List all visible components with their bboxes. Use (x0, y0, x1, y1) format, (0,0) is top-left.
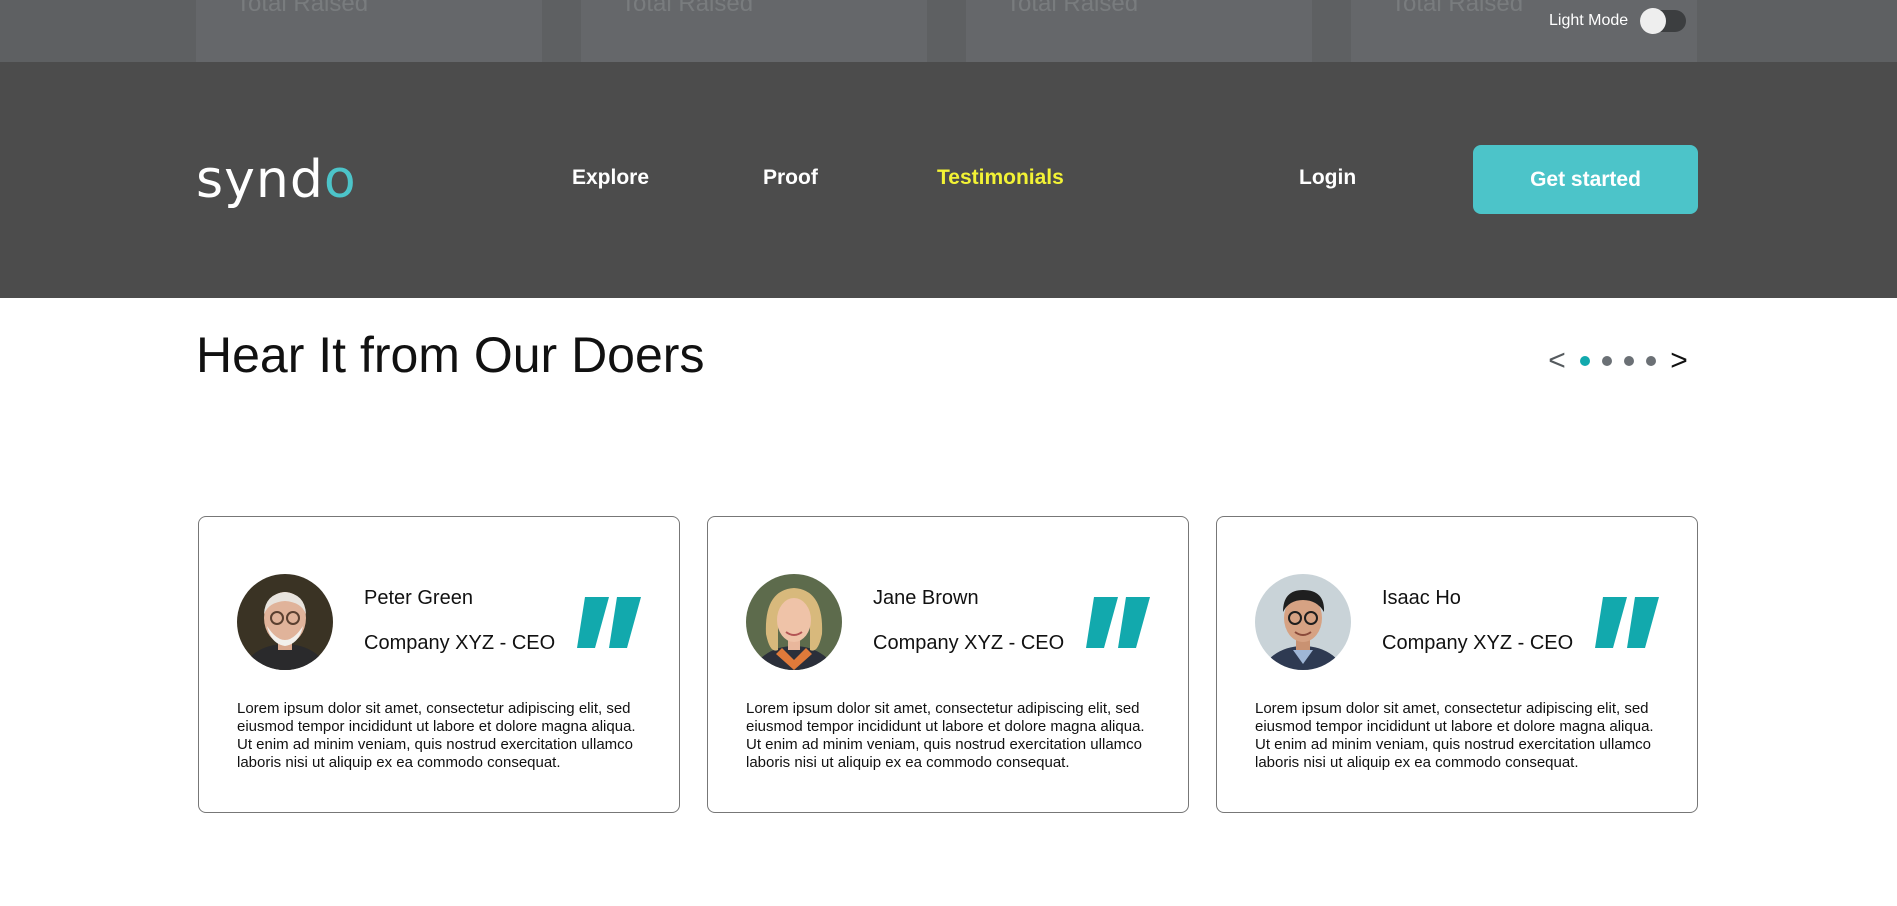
person-role: Company XYZ - CEO (364, 632, 556, 654)
page: Total Raised Total Raised Total Raised T… (0, 0, 1897, 906)
light-mode-toggle[interactable]: Light Mode (1549, 8, 1687, 34)
nav-explore[interactable]: Explore (572, 166, 649, 190)
login-link[interactable]: Login (1299, 166, 1356, 190)
person-role: Company XYZ - CEO (873, 632, 1065, 654)
carousel-prev-button[interactable]: < (1542, 346, 1572, 376)
stat-card-label: Total Raised (236, 0, 369, 17)
carousel-dot[interactable] (1646, 356, 1656, 366)
person-name: Isaac Ho (1382, 587, 1461, 609)
stat-card-label: Total Raised (1391, 0, 1524, 17)
nav-proof[interactable]: Proof (763, 166, 818, 190)
stat-card-label: Total Raised (621, 0, 754, 17)
carousel-dot[interactable] (1580, 356, 1590, 366)
quote-icon (577, 597, 641, 648)
avatar (1255, 574, 1351, 670)
logo-accent: o (323, 150, 357, 210)
carousel-dots (1580, 356, 1656, 366)
testimonial-card: Jane Brown Company XYZ - CEO Lorem ipsum… (707, 516, 1189, 813)
quote-icon (1595, 597, 1659, 648)
carousel-nav: < > (1542, 345, 1694, 377)
switch-knob (1640, 8, 1667, 34)
light-mode-switch[interactable] (1640, 8, 1687, 34)
avatar (746, 574, 842, 670)
avatar (237, 574, 333, 670)
stat-card-label: Total Raised (1006, 0, 1139, 17)
testimonial-text: Lorem ipsum dolor sit amet, consectetur … (746, 700, 1145, 771)
carousel-dot[interactable] (1624, 356, 1634, 366)
quote-icon (1086, 597, 1150, 648)
site-header: syndo Explore Proof Testimonials Login G… (0, 62, 1897, 298)
person-name: Peter Green (364, 587, 473, 609)
nav-testimonials[interactable]: Testimonials (937, 166, 1064, 190)
logo-text: synd (196, 150, 324, 210)
carousel-next-button[interactable]: > (1664, 346, 1694, 376)
testimonial-text: Lorem ipsum dolor sit amet, consectetur … (1255, 700, 1654, 771)
testimonial-card: Isaac Ho Company XYZ - CEO Lorem ipsum d… (1216, 516, 1698, 813)
carousel-dot[interactable] (1602, 356, 1612, 366)
get-started-button[interactable]: Get started (1473, 145, 1698, 214)
person-name: Jane Brown (873, 587, 979, 609)
light-mode-label: Light Mode (1549, 12, 1629, 29)
syndo-logo[interactable]: syndo (196, 150, 357, 210)
person-role: Company XYZ - CEO (1382, 632, 1574, 654)
testimonial-text: Lorem ipsum dolor sit amet, consectetur … (237, 700, 636, 771)
section-title: Hear It from Our Doers (196, 327, 705, 383)
testimonial-card: Peter Green Company XYZ - CEO Lorem ipsu… (198, 516, 680, 813)
